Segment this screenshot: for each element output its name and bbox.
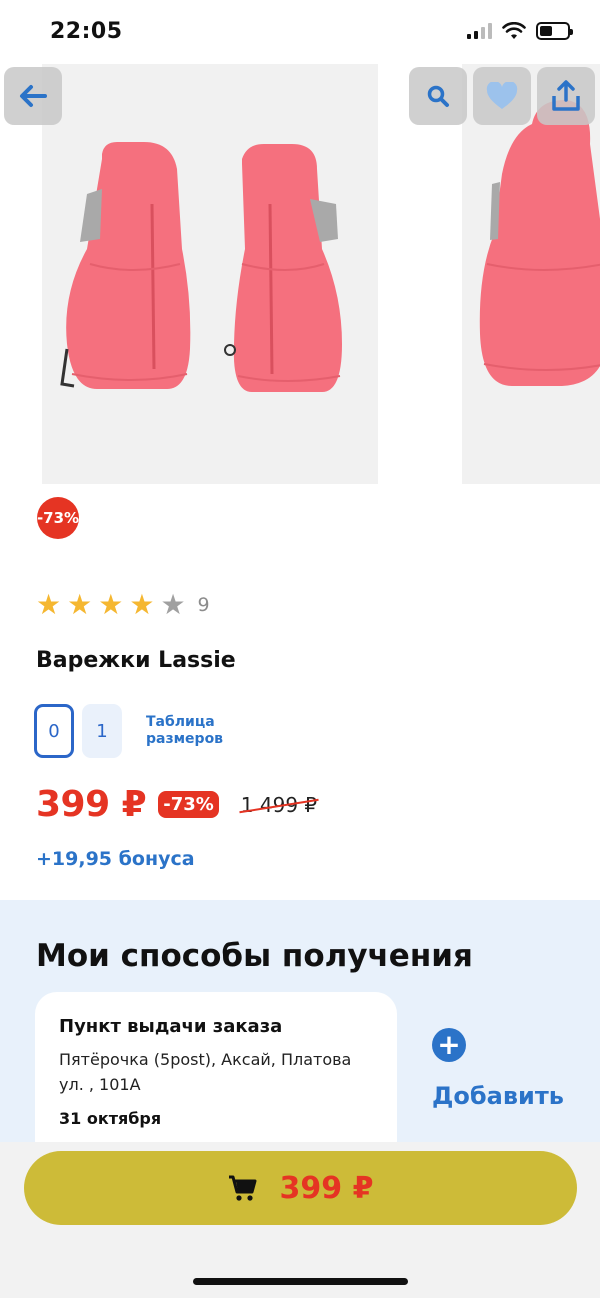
plus-icon: + (432, 1028, 466, 1062)
delivery-section: Мои способы получения Пункт выдачи заказ… (0, 900, 600, 1162)
rating-count: 9 (197, 594, 210, 616)
discount-badge: -73% (37, 497, 79, 539)
product-gallery[interactable] (0, 64, 600, 484)
add-delivery-label: Добавить (432, 1082, 564, 1110)
add-delivery-button[interactable]: + Добавить (432, 1028, 564, 1110)
star-icon: ★ (98, 588, 124, 621)
share-button[interactable] (537, 67, 595, 125)
product-photo[interactable] (42, 64, 378, 484)
star-empty-icon: ★ (160, 588, 186, 621)
heart-icon (486, 82, 518, 109)
star-icon: ★ (67, 588, 93, 621)
price-discount-badge: -73% (158, 791, 219, 818)
price-old: 1 499 ₽ (240, 792, 318, 817)
star-icon: ★ (129, 588, 155, 621)
bonus-label: +19,95 бонуса (36, 848, 195, 870)
cart-price: 399 ₽ (279, 1170, 374, 1206)
size-option[interactable]: 1 (82, 704, 122, 758)
star-icon: ★ (36, 588, 62, 621)
search-button[interactable] (409, 67, 467, 125)
price-row: 399 ₽ -73% 1 499 ₽ (36, 784, 317, 825)
signal-icon (467, 23, 492, 39)
cart-icon (228, 1175, 257, 1201)
status-bar: 22:05 (0, 0, 600, 64)
product-title: Варежки Lassie (36, 648, 236, 673)
back-button[interactable] (4, 67, 62, 125)
pickup-title: Пункт выдачи заказа (59, 1016, 283, 1037)
bottom-bar: 399 ₽ (0, 1142, 600, 1298)
battery-icon (536, 22, 573, 40)
pickup-date: 31 октября (59, 1109, 162, 1128)
product-photo-next[interactable] (462, 64, 600, 484)
size-table-link[interactable]: Таблица размеров (146, 714, 246, 748)
favorite-button[interactable] (473, 67, 531, 125)
price-current: 399 ₽ (36, 784, 147, 825)
arrow-left-icon (20, 85, 47, 107)
pickup-card[interactable]: Пункт выдачи заказа Пятёрочка (5post), А… (35, 992, 397, 1162)
rating[interactable]: ★ ★ ★ ★ ★ 9 (36, 590, 210, 620)
size-selector: 0 1 Таблица размеров (34, 704, 246, 758)
wifi-icon (502, 22, 526, 39)
home-indicator (193, 1278, 408, 1285)
pickup-address: Пятёрочка (5post), Аксай, Платова ул. , … (59, 1050, 352, 1094)
status-icons (467, 22, 573, 40)
share-icon (552, 80, 580, 111)
status-time: 22:05 (50, 19, 123, 44)
search-icon (427, 85, 449, 107)
add-to-cart-button[interactable]: 399 ₽ (24, 1151, 577, 1225)
size-option[interactable]: 0 (34, 704, 74, 758)
delivery-title: Мои способы получения (36, 938, 473, 974)
